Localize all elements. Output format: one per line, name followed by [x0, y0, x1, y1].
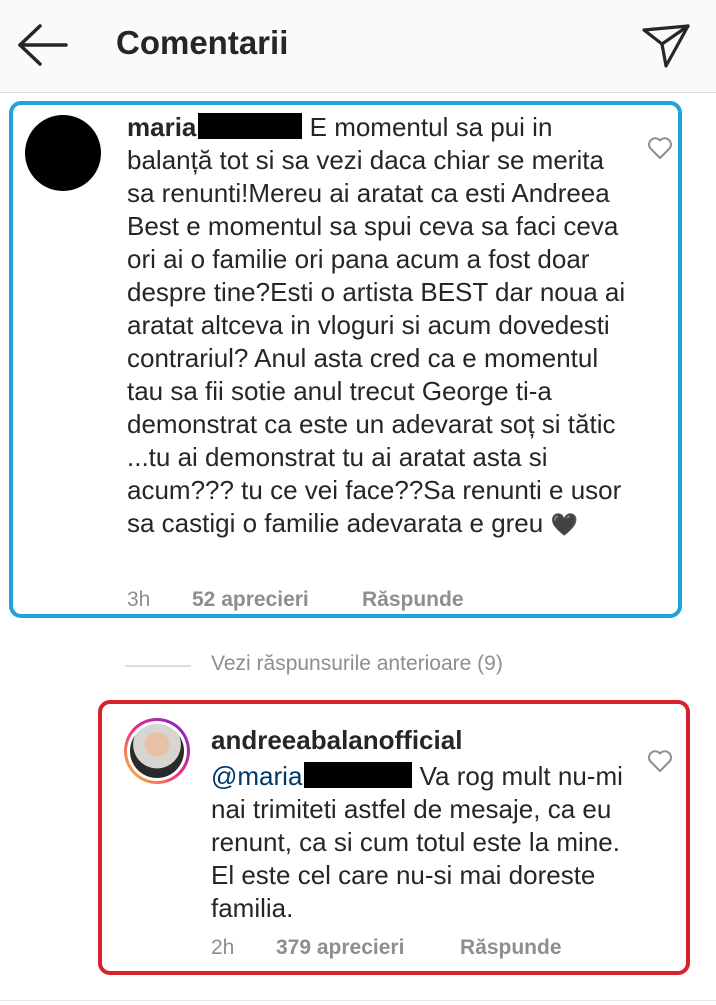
reply-mention[interactable]: @maria: [211, 761, 302, 791]
comment-text-block: maria E momentul sa pui in balanță tot s…: [127, 111, 637, 541]
reply-avatar[interactable]: [124, 718, 190, 784]
comment-likes-count[interactable]: 52 aprecieri: [192, 588, 309, 612]
paper-plane-icon: [642, 24, 690, 68]
comment-time: 3h: [127, 588, 151, 611]
redaction-bar: [198, 113, 303, 139]
reply-like-button[interactable]: [647, 749, 673, 773]
comment-text: E momentul sa pui in balanță tot si sa v…: [127, 112, 626, 538]
comment-reply-button[interactable]: Răspunde: [362, 588, 464, 612]
replies-divider-line: [125, 665, 191, 667]
redaction-bar: [304, 762, 413, 788]
heart-icon: [648, 137, 672, 159]
top-bar: Comentarii: [0, 0, 716, 93]
profile-photo: [130, 724, 184, 778]
view-replies-label[interactable]: Vezi răspunsurile anterioare (9): [211, 652, 503, 676]
page-title: Comentarii: [116, 24, 289, 61]
back-button[interactable]: [16, 22, 70, 68]
reply-likes-count[interactable]: 379 aprecieri: [276, 936, 404, 960]
commenter-username[interactable]: maria: [127, 112, 196, 142]
reply-time: 2h: [211, 936, 235, 959]
reply-reply-button[interactable]: Răspunde: [460, 936, 562, 960]
heart-icon: [648, 750, 672, 772]
share-button[interactable]: [640, 20, 692, 72]
reply-text-block: @maria Va rog mult nu-mi nai trimiteti a…: [211, 760, 631, 925]
bottom-divider: [0, 1000, 716, 1001]
commenter-avatar[interactable]: [25, 115, 101, 191]
arrow-left-icon: [18, 24, 68, 66]
reply-username[interactable]: andreeabalanofficial: [211, 725, 462, 756]
comment-like-button[interactable]: [647, 136, 673, 160]
black-heart-emoji: 🖤: [550, 512, 578, 537]
